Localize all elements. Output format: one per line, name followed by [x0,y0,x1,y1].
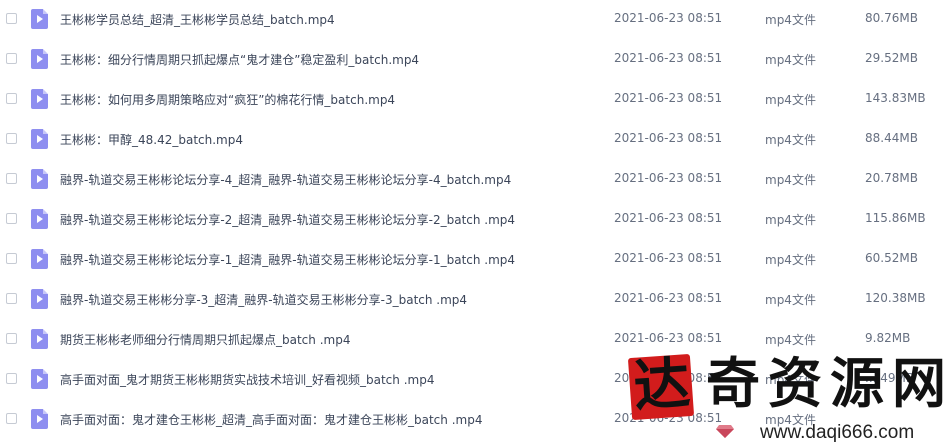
file-name[interactable]: 融界-轨道交易王彬彬论坛分享-1_超清_融界-轨道交易王彬彬论坛分享-1_bat… [60,251,515,268]
video-file-icon [31,129,48,149]
row-checkbox[interactable] [6,53,17,64]
watermark-url: www.daqi666.com [760,422,915,443]
row-checkbox[interactable] [6,413,17,424]
file-size: 143.83MB [865,91,926,105]
video-file-icon [31,9,48,29]
video-file-icon [31,249,48,269]
play-icon [37,15,43,23]
file-name[interactable]: 王彬彬：细分行情周期只抓起爆点“鬼才建仓”稳定盈利_batch.mp4 [60,51,419,68]
file-name[interactable]: 融界-轨道交易王彬彬论坛分享-4_超清_融界-轨道交易王彬彬论坛分享-4_bat… [60,171,511,188]
video-file-icon [31,329,48,349]
file-row[interactable]: 融界-轨道交易王彬彬分享-3_超清_融界-轨道交易王彬彬分享-3_batch .… [0,280,949,320]
file-type: mp4文件 [765,53,816,67]
file-type: mp4文件 [765,333,816,347]
file-type: mp4文件 [765,173,816,187]
video-file-icon [31,209,48,229]
video-file-icon [31,409,48,429]
file-row[interactable]: 王彬彬：如何用多周期策略应对“疯狂”的棉花行情_batch.mp4 2021-06… [0,80,949,120]
file-size: 80.76MB [865,11,918,25]
video-file-icon [31,49,48,69]
file-size: 120.38MB [865,291,926,305]
file-size: 115.86MB [865,211,926,225]
row-checkbox[interactable] [6,13,17,24]
file-date: 2021-06-23 08:51 [614,171,723,185]
file-row[interactable]: 王彬彬学员总结_超清_王彬彬学员总结_batch.mp4 2021-06-23 0… [0,0,949,40]
file-name[interactable]: 高手面对面：鬼才建仓王彬彬_超清_高手面对面：鬼才建仓王彬彬_batch .mp… [60,411,482,428]
play-icon [37,295,43,303]
file-row[interactable]: 融界-轨道交易王彬彬论坛分享-1_超清_融界-轨道交易王彬彬论坛分享-1_bat… [0,240,949,280]
watermark-seal-char: 达 [631,350,693,420]
play-icon [37,95,43,103]
file-row[interactable]: 王彬彬：细分行情周期只抓起爆点“鬼才建仓”稳定盈利_batch.mp4 2021-… [0,40,949,80]
file-name[interactable]: 高手面对面_鬼才期货王彬彬期货实战技术培训_好看视频_batch .mp4 [60,371,434,388]
row-checkbox[interactable] [6,173,17,184]
video-file-icon [31,289,48,309]
play-icon [37,135,43,143]
file-size: 29.52MB [865,51,918,65]
row-checkbox[interactable] [6,93,17,104]
file-type: mp4文件 [765,293,816,307]
file-date: 2021-06-23 08:51 [614,131,723,145]
file-name[interactable]: 融界-轨道交易王彬彬论坛分享-2_超清_融界-轨道交易王彬彬论坛分享-2_bat… [60,211,515,228]
watermark-title: 奇资源网 [706,351,949,415]
play-icon [37,255,43,263]
file-size: 60.52MB [865,251,918,265]
play-icon [37,335,43,343]
file-row[interactable]: 融界-轨道交易王彬彬论坛分享-2_超清_融界-轨道交易王彬彬论坛分享-2_bat… [0,200,949,240]
file-date: 2021-06-23 08:51 [614,211,723,225]
play-icon [37,175,43,183]
video-file-icon [31,169,48,189]
site-watermark: 达 奇资源网 www.daqi666.com [618,348,949,446]
file-size: 20.78MB [865,171,918,185]
file-row[interactable]: 融界-轨道交易王彬彬论坛分享-4_超清_融界-轨道交易王彬彬论坛分享-4_bat… [0,160,949,200]
file-date: 2021-06-23 08:51 [614,91,723,105]
file-row[interactable]: 王彬彬：甲醇_48.42_batch.mp4 2021-06-23 08:51 mp… [0,120,949,160]
row-checkbox[interactable] [6,333,17,344]
play-icon [37,375,43,383]
file-type: mp4文件 [765,13,816,27]
file-name[interactable]: 王彬彬学员总结_超清_王彬彬学员总结_batch.mp4 [60,11,335,28]
video-file-icon [31,89,48,109]
file-date: 2021-06-23 08:51 [614,291,723,305]
file-date: 2021-06-23 08:51 [614,251,723,265]
file-size: 9.82MB [865,331,911,345]
file-type: mp4文件 [765,213,816,227]
play-icon [37,55,43,63]
row-checkbox[interactable] [6,133,17,144]
file-date: 2021-06-23 08:51 [614,51,723,65]
row-checkbox[interactable] [6,253,17,264]
file-date: 2021-06-23 08:51 [614,11,723,25]
file-type: mp4文件 [765,253,816,267]
file-name[interactable]: 期货王彬彬老师细分行情周期只抓起爆点_batch .mp4 [60,331,350,348]
video-file-icon [31,369,48,389]
file-name[interactable]: 王彬彬：如何用多周期策略应对“疯狂”的棉花行情_batch.mp4 [60,91,395,108]
file-date: 2021-06-23 08:51 [614,331,723,345]
file-name[interactable]: 融界-轨道交易王彬彬分享-3_超清_融界-轨道交易王彬彬分享-3_batch .… [60,291,467,308]
row-checkbox[interactable] [6,293,17,304]
file-name[interactable]: 王彬彬：甲醇_48.42_batch.mp4 [60,131,243,148]
row-checkbox[interactable] [6,213,17,224]
play-icon [37,215,43,223]
file-type: mp4文件 [765,93,816,107]
row-checkbox[interactable] [6,373,17,384]
diamond-icon [716,425,734,438]
play-icon [37,415,43,423]
watermark-seal: 达 [627,350,695,421]
file-type: mp4文件 [765,133,816,147]
file-size: 88.44MB [865,131,918,145]
